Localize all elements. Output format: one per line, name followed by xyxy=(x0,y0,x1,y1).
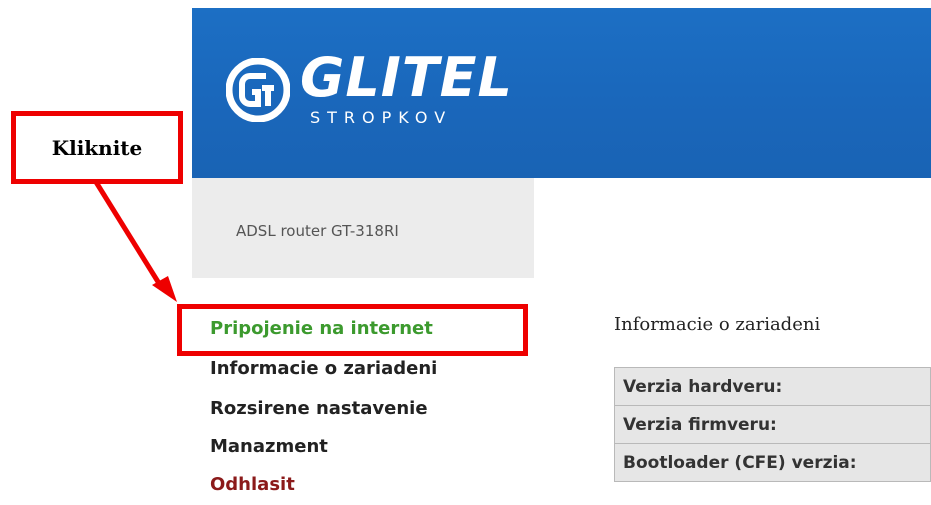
callout-box: Kliknite xyxy=(11,111,183,184)
device-info-table: Verzia hardveru: Verzia firmveru: Bootlo… xyxy=(614,367,931,482)
sidebar-item-logout[interactable]: Odhlasit xyxy=(210,474,295,495)
main-top-area xyxy=(534,178,931,278)
brand-subtitle: STROPKOV xyxy=(310,108,453,127)
bootloader-version-label: Bootloader (CFE) verzia: xyxy=(614,443,931,482)
sidebar-item-advanced-settings[interactable]: Rozsirene nastavenie xyxy=(210,398,428,419)
glitel-logo-icon xyxy=(226,58,290,122)
model-panel: ADSL router GT-318RI xyxy=(192,178,534,278)
table-row: Verzia firmveru: xyxy=(614,405,931,444)
brand-name: GLITEL xyxy=(300,46,513,109)
sidebar-item-management[interactable]: Manazment xyxy=(210,436,328,457)
highlight-box xyxy=(177,304,528,356)
sidebar-item-device-info[interactable]: Informacie o zariadeni xyxy=(210,358,437,379)
table-row: Verzia hardveru: xyxy=(614,367,931,406)
callout-text: Kliknite xyxy=(51,135,143,160)
router-model-label: ADSL router GT-318RI xyxy=(236,222,399,240)
table-row: Bootloader (CFE) verzia: xyxy=(614,443,931,482)
page-title: Informacie o zariadeni xyxy=(614,314,821,335)
firmware-version-label: Verzia firmveru: xyxy=(614,405,931,444)
header-banner: GLITEL STROPKOV xyxy=(192,8,931,178)
hardware-version-label: Verzia hardveru: xyxy=(614,367,931,406)
